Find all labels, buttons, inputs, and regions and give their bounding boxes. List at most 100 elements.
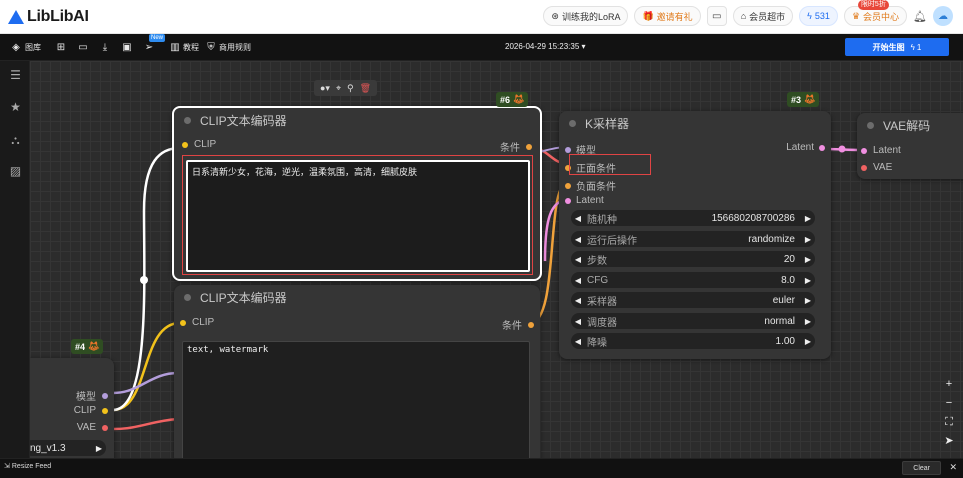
- zoom-out-icon[interactable]: −: [941, 395, 957, 411]
- conditioning-output-port[interactable]: 条件: [500, 139, 532, 154]
- decrement-icon[interactable]: ◀: [571, 337, 585, 346]
- avatar[interactable]: ☁: [933, 6, 953, 26]
- conditioning-socket[interactable]: [526, 143, 532, 150]
- model-output-port[interactable]: 模型: [76, 388, 108, 403]
- share-button[interactable]: ➢ New: [143, 33, 166, 53]
- color-dot-icon[interactable]: ●▾: [320, 83, 330, 94]
- denoise-widget[interactable]: ◀ 降噪 1.00 ▶: [571, 333, 815, 349]
- decrement-icon[interactable]: ◀: [571, 255, 585, 264]
- model-socket[interactable]: [102, 392, 108, 399]
- latent-out-socket[interactable]: [819, 144, 825, 151]
- conditioning-socket[interactable]: [528, 321, 534, 328]
- vae-decode-node[interactable]: VAE解码 Latent VAE: [857, 113, 963, 179]
- scheduler-widget[interactable]: ◀ 调度器 normal ▶: [571, 313, 815, 329]
- datetime-selector[interactable]: 2026-04-29 15:23:35 ▾: [505, 42, 586, 51]
- node-title-bar[interactable]: CLIP文本编码器: [174, 108, 540, 132]
- model-name-widget[interactable]: ng_v1.3 ▶: [30, 440, 106, 456]
- negative-prompt-textarea[interactable]: text, watermark: [182, 341, 530, 458]
- open-folder-button[interactable]: ▭: [77, 42, 89, 53]
- node-title-bar[interactable]: K采样器: [559, 111, 831, 135]
- increment-icon[interactable]: ▶: [801, 276, 815, 285]
- control-after-generate-widget[interactable]: ◀ 运行后操作 randomize ▶: [571, 231, 815, 247]
- zoom-in-icon[interactable]: +: [941, 376, 957, 392]
- rules-button[interactable]: ⛨ 商用规则: [205, 42, 251, 53]
- save-button[interactable]: ▣: [121, 42, 133, 53]
- clip-input-port[interactable]: CLIP: [182, 139, 216, 150]
- clip-socket[interactable]: [182, 141, 188, 148]
- clip-text-encode-negative-node[interactable]: CLIP文本编码器 CLIP 条件 text, watermark: [174, 285, 540, 458]
- node-title-bar[interactable]: VAE解码: [857, 113, 963, 137]
- latent-input-port[interactable]: Latent: [861, 145, 901, 156]
- latent-socket[interactable]: [861, 147, 867, 154]
- clip-socket[interactable]: [102, 407, 108, 414]
- latent-output-port[interactable]: Latent: [786, 142, 825, 153]
- hierarchy-icon[interactable]: ⛬: [9, 134, 22, 147]
- increment-icon[interactable]: ▶: [801, 255, 815, 264]
- decrement-icon[interactable]: ◀: [571, 317, 585, 326]
- vae-socket[interactable]: [102, 424, 108, 431]
- node-collapse-dot[interactable]: [569, 119, 576, 127]
- decrement-icon[interactable]: ◀: [571, 235, 585, 244]
- document-icon[interactable]: ☰: [9, 69, 22, 82]
- new-file-button[interactable]: ⊞: [55, 42, 67, 53]
- clear-button[interactable]: Clear: [902, 461, 941, 475]
- tutorial-button[interactable]: ▥ 教程: [169, 42, 199, 53]
- increment-icon[interactable]: ▶: [801, 214, 815, 223]
- decrement-icon[interactable]: ◀: [571, 214, 585, 223]
- positive-prompt-textarea[interactable]: 日系清新少女，花海，逆光，温柔氛围，高清，细腻皮肤: [186, 160, 530, 272]
- download-button[interactable]: ⤓: [99, 42, 111, 53]
- clip-output-port[interactable]: CLIP: [74, 405, 108, 416]
- negative-socket[interactable]: [565, 182, 571, 189]
- close-icon[interactable]: ✕: [949, 462, 957, 473]
- decrement-icon[interactable]: ◀: [571, 296, 585, 305]
- delete-icon[interactable]: 🗑︎: [360, 83, 371, 94]
- left-sidebar: ☰ ★ ⛬ ▨: [0, 61, 30, 458]
- points-button[interactable]: ϟ 531: [799, 6, 838, 26]
- node-collapse-dot[interactable]: [184, 116, 191, 124]
- folder-button[interactable]: ▭: [706, 6, 727, 26]
- clip-text-encode-positive-node[interactable]: CLIP文本编码器 CLIP 条件 日系清新少女，花海，逆光，温柔氛围，高清，细…: [172, 106, 542, 281]
- logo[interactable]: LibLibAI: [8, 8, 89, 26]
- resize-feed-button[interactable]: ⇲ Resize Feed: [4, 462, 51, 471]
- locate-icon[interactable]: ➤: [941, 433, 957, 449]
- clip-socket[interactable]: [180, 319, 186, 326]
- vae-socket[interactable]: [861, 164, 867, 171]
- node-tag-6: #6 🦊︎: [496, 92, 529, 107]
- supermarket-button[interactable]: ⌂ 会员超市: [732, 6, 794, 26]
- run-button[interactable]: 开始生图 ϟ 1: [845, 38, 949, 56]
- node-title-bar[interactable]: CLIP文本编码器: [174, 285, 540, 309]
- sampler-widget[interactable]: ◀ 采样器 euler ▶: [571, 292, 815, 308]
- checkpoint-loader-node[interactable]: 模型 CLIP VAE ng_v1.3 ▶: [30, 358, 114, 458]
- conditioning-output-port[interactable]: 条件: [502, 317, 534, 332]
- increment-icon[interactable]: ▶: [92, 444, 106, 453]
- negative-input-port[interactable]: 负面条件: [565, 178, 616, 193]
- increment-icon[interactable]: ▶: [801, 235, 815, 244]
- increment-icon[interactable]: ▶: [801, 337, 815, 346]
- ksampler-node[interactable]: K采样器 模型 正面条件 负面条件 Latent Latent ◀ 随机种 15…: [559, 111, 831, 359]
- vae-output-port[interactable]: VAE: [77, 422, 108, 433]
- latent-socket[interactable]: [565, 197, 571, 204]
- decrement-icon[interactable]: ◀: [571, 276, 585, 285]
- pin-icon[interactable]: ⌖: [336, 83, 341, 94]
- steps-widget[interactable]: ◀ 步数 20 ▶: [571, 251, 815, 267]
- vae-input-port[interactable]: VAE: [861, 162, 892, 173]
- library-button[interactable]: ◈ 图库: [10, 42, 41, 53]
- image-icon[interactable]: ▨: [9, 165, 22, 178]
- seed-widget[interactable]: ◀ 随机种 156680208700286 ▶: [571, 210, 815, 226]
- fit-view-icon[interactable]: ⛶: [941, 414, 957, 430]
- increment-icon[interactable]: ▶: [801, 317, 815, 326]
- latent-input-port[interactable]: Latent: [565, 195, 604, 206]
- increment-icon[interactable]: ▶: [801, 296, 815, 305]
- bell-icon[interactable]: 🔔︎: [913, 10, 927, 23]
- node-collapse-dot[interactable]: [867, 121, 874, 129]
- cfg-widget[interactable]: ◀ CFG 8.0 ▶: [571, 272, 815, 288]
- invite-button[interactable]: 🎁 邀请有礼: [634, 6, 701, 26]
- bookmark-icon[interactable]: ⚲: [347, 83, 354, 94]
- train-lora-button[interactable]: ⊛ 训练我的LoRA: [543, 6, 629, 26]
- node-canvas[interactable]: ●▾ ⌖ ⚲ 🗑︎ CLIP文本编码器 CLIP 条件 日系清新少女，花海，逆光…: [30, 61, 963, 458]
- node-collapse-dot[interactable]: [184, 293, 191, 301]
- clip-input-port[interactable]: CLIP: [180, 317, 214, 328]
- model-socket[interactable]: [565, 146, 571, 153]
- store-icon: ⌂: [740, 11, 747, 21]
- star-icon[interactable]: ★: [9, 101, 22, 114]
